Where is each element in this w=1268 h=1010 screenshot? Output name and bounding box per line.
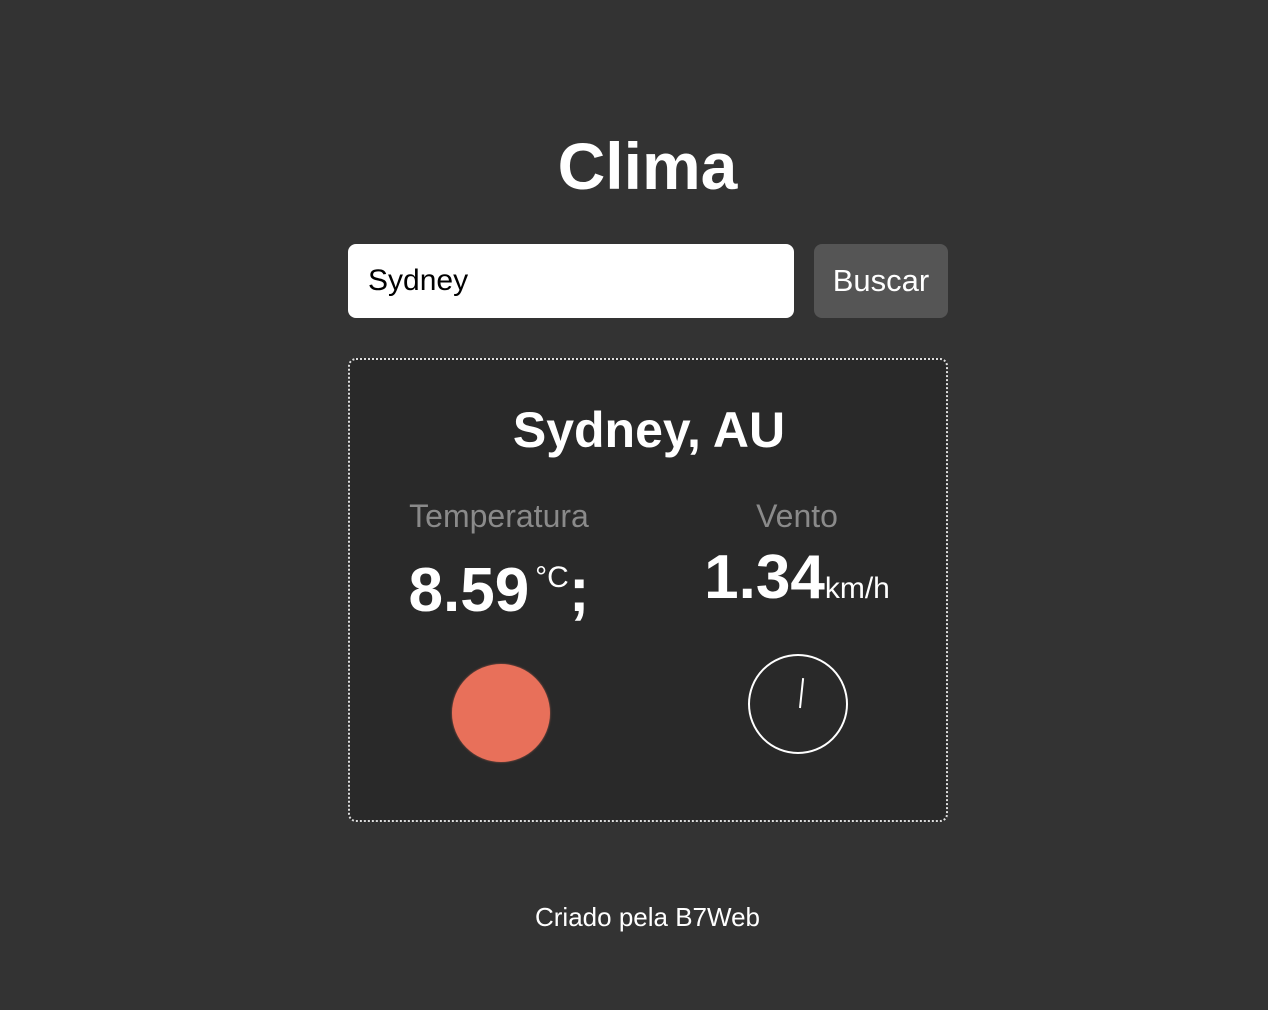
wind-direction-needle: [799, 678, 805, 709]
weather-result-card: Sydney, AU Temperatura 8.59 °C; Vento 1.3…: [348, 358, 948, 822]
city-title: Sydney, AU: [512, 402, 786, 458]
search-button[interactable]: Buscar: [814, 244, 948, 318]
search-form: Buscar: [348, 244, 948, 318]
wind-value-row: 1.34km/h: [648, 540, 946, 627]
temperature-unit: °C: [535, 561, 569, 594]
wind-column: Vento 1.34km/h: [648, 496, 946, 627]
wind-label: Vento: [756, 498, 838, 534]
temperature-column: Temperatura 8.59 °C;: [350, 496, 648, 629]
temperature-value-row: 8.59 °C;: [350, 540, 648, 629]
wind-value: 1.34: [704, 543, 825, 612]
footer-credit: Criado pela B7Web: [535, 902, 760, 932]
page-title: Clima: [557, 129, 738, 203]
temperature-value: 8.59: [408, 556, 530, 625]
temperature-indicator-icon: [452, 664, 550, 762]
temperature-suffix: ;: [568, 556, 590, 625]
wind-unit: km/h: [824, 572, 890, 605]
wind-dial-icon: [748, 654, 848, 754]
temperature-label: Temperatura: [409, 498, 589, 534]
search-input[interactable]: [348, 244, 794, 318]
